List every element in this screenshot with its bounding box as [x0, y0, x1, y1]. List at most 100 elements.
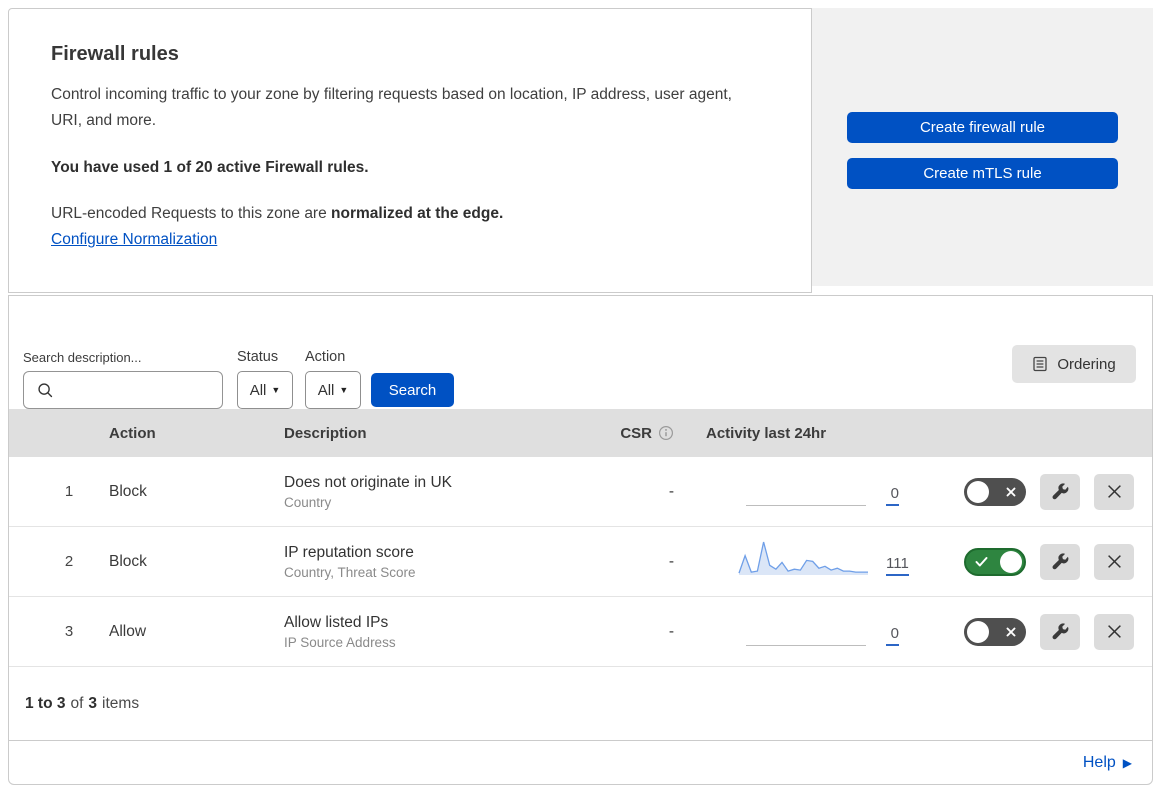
rule-action: Block [109, 552, 147, 570]
rule-action: Allow [109, 622, 147, 640]
wrench-icon [1051, 622, 1069, 641]
edit-rule-button[interactable] [1040, 543, 1080, 580]
toggle-state-icon [1006, 627, 1016, 637]
rule-description: Allow listed IPs [284, 613, 389, 631]
rule-activity-cell: 0 [674, 457, 926, 526]
rule-fields: Country, Threat Score [284, 564, 416, 580]
delete-rule-button[interactable] [1094, 473, 1134, 510]
configure-normalization-link[interactable]: Configure Normalization [51, 231, 217, 249]
rule-description: Does not originate in UK [284, 473, 453, 491]
action-label: Action [305, 349, 346, 365]
table-row: 1 Block Does not originate in UK Country… [9, 457, 1152, 527]
page-title: Firewall rules [51, 43, 179, 65]
column-header-csr: CSR [606, 425, 674, 442]
rule-enabled-toggle[interactable] [964, 617, 1026, 646]
edit-rule-button[interactable] [1040, 613, 1080, 650]
toggle-state-icon [975, 556, 988, 567]
ordering-button-label: Ordering [1057, 355, 1116, 373]
status-filter-group: Status All ▼ [237, 349, 293, 409]
csr-header-label: CSR [620, 424, 652, 442]
usage-summary: You have used 1 of 20 active Firewall ru… [51, 159, 369, 177]
close-icon [1107, 484, 1122, 499]
filter-bar: Search description... Status All ▼ Actio… [9, 296, 1152, 409]
rule-controls [926, 473, 1152, 510]
status-label: Status [237, 349, 279, 365]
normalization-text: URL-encoded Requests to this zone are [51, 205, 332, 223]
rule-priority: 2 [64, 553, 74, 570]
intro-card: Firewall rules Control incoming traffic … [8, 8, 812, 293]
pagination-summary: 1 to 3 of 3 items [9, 667, 1152, 740]
rule-description: IP reputation score [284, 543, 414, 561]
toggle-knob [967, 620, 989, 643]
search-icon [36, 381, 54, 399]
rule-enabled-toggle[interactable] [964, 477, 1026, 506]
toggle-knob [967, 480, 989, 503]
rule-csr-value: - [668, 552, 674, 570]
table-row: 3 Allow Allow listed IPs IP Source Addre… [9, 597, 1152, 667]
chevron-down-icon: ▼ [339, 385, 349, 395]
rule-priority: 3 [64, 623, 74, 640]
status-dropdown-value: All [249, 381, 267, 399]
rules-list-card: Search description... Status All ▼ Actio… [8, 295, 1153, 785]
wrench-icon [1051, 552, 1069, 571]
pagination-items: items [102, 694, 140, 712]
help-label: Help [1082, 753, 1116, 771]
rule-description-cell: Does not originate in UK Country [284, 474, 606, 510]
ordering-button[interactable]: Ordering [1012, 345, 1136, 383]
activity-sparkline [738, 470, 869, 506]
activity-sparkline [738, 610, 869, 646]
search-box[interactable] [23, 371, 243, 409]
rule-controls [926, 543, 1152, 580]
chevron-down-icon: ▼ [271, 385, 281, 395]
close-icon [1107, 554, 1122, 569]
ordering-list-icon [1032, 356, 1048, 372]
normalization-bold-text: normalized at the edge. [331, 205, 504, 223]
toggle-knob [1000, 550, 1022, 573]
delete-rule-button[interactable] [1094, 613, 1134, 650]
normalization-note: URL-encoded Requests to this zone are no… [51, 205, 769, 223]
arrow-right-icon: ▶ [1122, 755, 1132, 770]
rule-csr-value: - [668, 482, 674, 500]
rule-controls [926, 613, 1152, 650]
help-link[interactable]: Help ▶ [1083, 754, 1132, 772]
edit-rule-button[interactable] [1040, 473, 1080, 510]
delete-rule-button[interactable] [1094, 543, 1134, 580]
create-mtls-rule-button[interactable]: Create mTLS rule [847, 158, 1118, 189]
close-icon [1107, 624, 1122, 639]
rule-fields: IP Source Address [284, 634, 396, 650]
rule-description-cell: Allow listed IPs IP Source Address [284, 614, 606, 650]
rules-table-body: 1 Block Does not originate in UK Country… [9, 457, 1152, 667]
status-dropdown[interactable]: All ▼ [237, 371, 293, 409]
rule-enabled-toggle[interactable] [964, 547, 1026, 576]
search-label: Search description... [23, 350, 142, 365]
pagination-of: of [70, 694, 84, 712]
pagination-total: 3 [88, 694, 98, 712]
activity-count-link[interactable]: 0 [886, 485, 899, 506]
search-input[interactable] [62, 375, 243, 405]
help-bar: Help ▶ [9, 740, 1152, 784]
create-firewall-rule-button[interactable]: Create firewall rule [847, 112, 1118, 143]
rule-fields: Country [284, 494, 332, 510]
rule-activity-cell: 0 [674, 597, 926, 666]
action-filter-group: Action All ▼ [305, 349, 361, 409]
table-header-row: Action Description CSR Activity last 24h… [9, 409, 1152, 457]
info-icon[interactable] [658, 425, 674, 441]
column-header-activity: Activity last 24hr [706, 424, 827, 442]
table-row: 2 Block IP reputation score Country, Thr… [9, 527, 1152, 597]
toggle-state-icon [1006, 487, 1016, 497]
rule-priority: 1 [64, 483, 74, 500]
rule-description-cell: IP reputation score Country, Threat Scor… [284, 544, 606, 580]
search-button[interactable]: Search [371, 373, 454, 407]
column-header-action: Action [109, 424, 156, 442]
wrench-icon [1051, 482, 1069, 501]
rule-csr-value: - [668, 622, 674, 640]
action-dropdown-value: All [317, 381, 335, 399]
search-group: Search description... [23, 350, 243, 409]
activity-count-link[interactable]: 111 [886, 555, 909, 576]
activity-count-link[interactable]: 0 [886, 625, 899, 646]
rule-action: Block [109, 482, 147, 500]
top-section: Firewall rules Control incoming traffic … [8, 8, 1153, 293]
action-dropdown[interactable]: All ▼ [305, 371, 361, 409]
actions-panel: Create firewall rule Create mTLS rule [812, 8, 1153, 286]
page-description: Control incoming traffic to your zone by… [51, 86, 732, 129]
